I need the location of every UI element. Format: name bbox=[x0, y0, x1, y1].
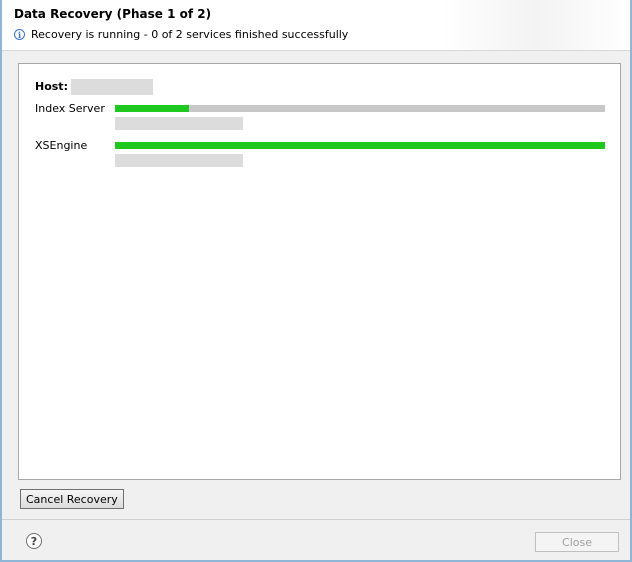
progress-bar-fill bbox=[115, 105, 189, 112]
dialog-title: Data Recovery (Phase 1 of 2) bbox=[14, 7, 212, 21]
dialog-body: Host: Index Server XSEngine Cancel Recov… bbox=[2, 51, 630, 520]
dialog-footer: ? Close bbox=[2, 520, 630, 560]
dialog-header: Data Recovery (Phase 1 of 2) i Recovery … bbox=[2, 0, 630, 50]
service-detail-redacted bbox=[115, 154, 243, 167]
recovery-progress-panel: Host: Index Server XSEngine bbox=[18, 63, 621, 480]
data-recovery-dialog: Data Recovery (Phase 1 of 2) i Recovery … bbox=[0, 0, 632, 562]
help-icon[interactable]: ? bbox=[26, 533, 42, 549]
info-icon: i bbox=[14, 29, 25, 40]
service-row-index-server: Index Server bbox=[19, 102, 620, 132]
service-name: Index Server bbox=[35, 102, 105, 115]
service-detail-redacted bbox=[115, 117, 243, 130]
progress-bar-fill bbox=[115, 142, 605, 149]
service-name: XSEngine bbox=[35, 139, 88, 152]
progress-bar bbox=[115, 105, 605, 112]
status-message: i Recovery is running - 0 of 2 services … bbox=[14, 28, 348, 41]
service-row-xsengine: XSEngine bbox=[19, 139, 620, 169]
cancel-recovery-button[interactable]: Cancel Recovery bbox=[20, 489, 124, 509]
host-label: Host: bbox=[35, 80, 68, 93]
progress-bar bbox=[115, 142, 605, 149]
status-text: Recovery is running - 0 of 2 services fi… bbox=[31, 28, 349, 41]
host-value-redacted bbox=[71, 79, 153, 95]
close-button: Close bbox=[535, 532, 619, 552]
